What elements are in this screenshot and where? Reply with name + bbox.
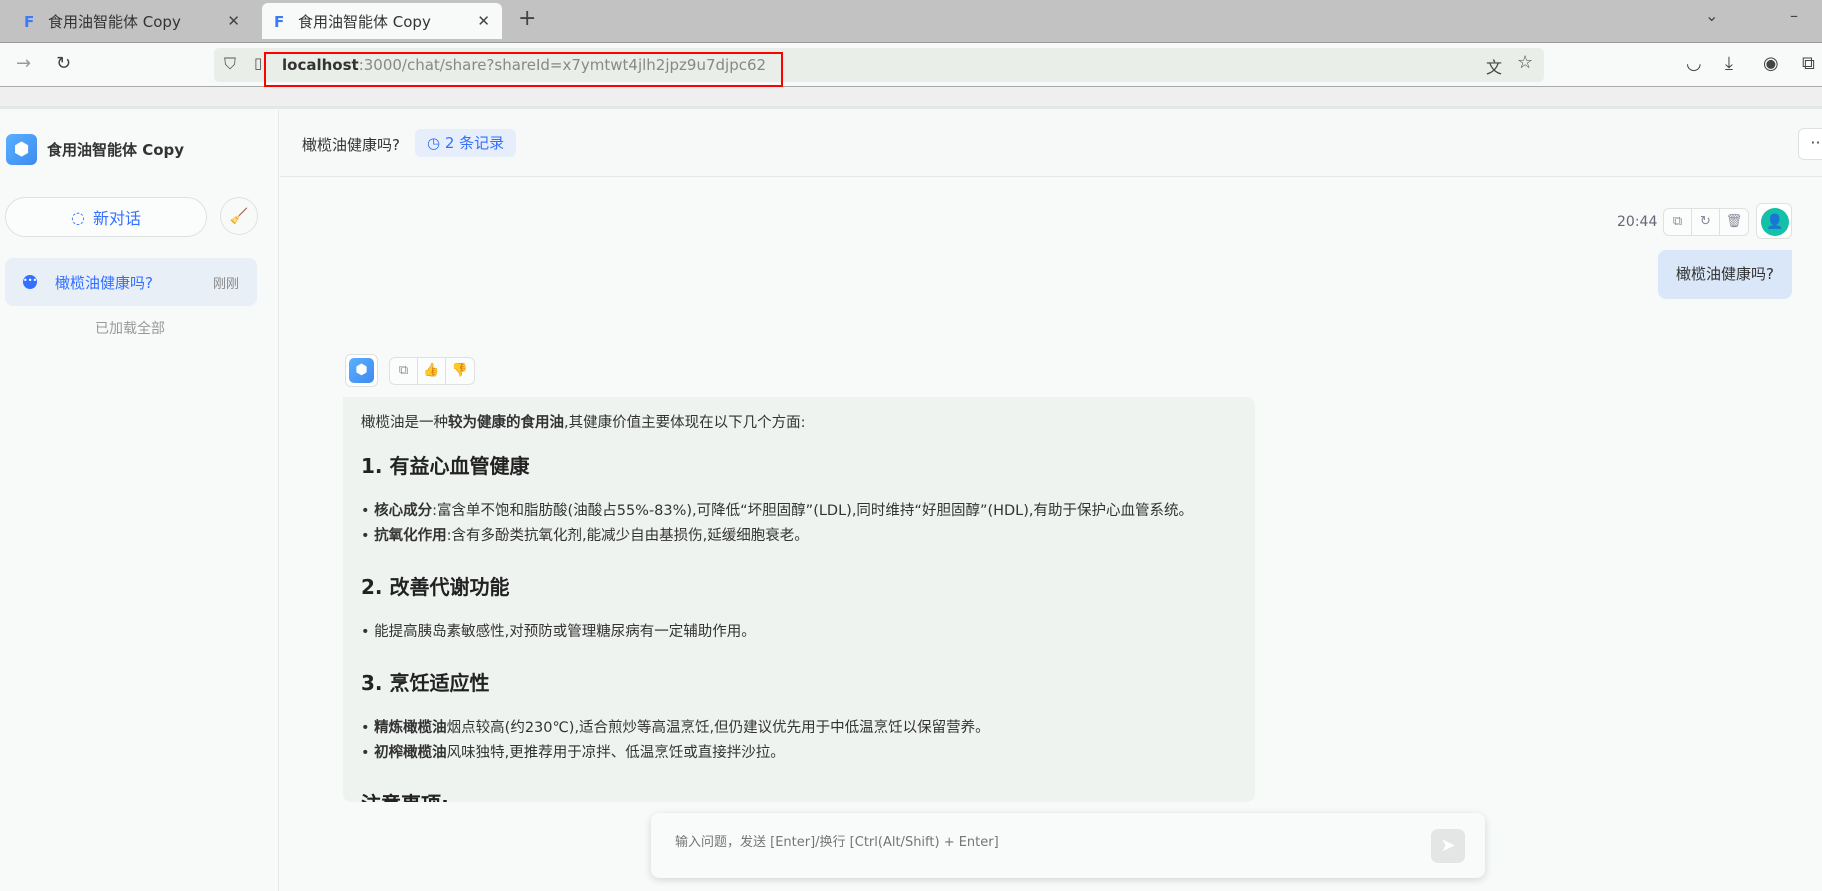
account-icon[interactable]: ◉	[1763, 53, 1779, 74]
more-options-button[interactable]: ···	[1798, 128, 1822, 160]
thumbs-down-icon[interactable]: 👎	[446, 358, 474, 384]
user-avatar: 👤	[1756, 203, 1792, 239]
minimize-icon[interactable]: –	[1790, 6, 1798, 25]
list-item: 能提高胰岛素敏感性,对预防或管理糖尿病有一定辅助作用。	[361, 620, 1237, 645]
message-time: 20:44	[1617, 214, 1658, 230]
list-item: 初榨橄榄油风味独特,更推荐用于凉拌、低温烹饪或直接拌沙拉。	[361, 741, 1237, 766]
list-item: 精炼橄榄油烟点较高(约230℃),适合煎炒等高温烹饪,但仍建议优先用于中低温烹饪…	[361, 716, 1237, 741]
thumbs-up-icon[interactable]: 👍	[418, 358, 446, 384]
section-heading: 2. 改善代谢功能	[361, 575, 510, 599]
pocket-icon[interactable]: ◡	[1686, 53, 1702, 74]
close-tab-icon[interactable]: ✕	[477, 12, 490, 30]
bot-cube-icon: ⬢	[349, 358, 374, 383]
send-button[interactable]: ➤	[1431, 829, 1465, 863]
extensions-icon[interactable]: ⧉	[1802, 53, 1815, 74]
tab-title: 食用油智能体 Copy	[298, 12, 431, 31]
app-logo-icon: ⬢	[6, 134, 37, 165]
clear-history-broom-icon[interactable]: 🧹	[220, 197, 258, 235]
section-heading: 注意事项:	[361, 788, 1237, 802]
history-time: 刚刚	[212, 276, 239, 292]
section-heading: 1. 有益心血管健康	[361, 454, 530, 478]
section-list: 核心成分:富含单不饱和脂肪酸(油酸占55%-83%),可降低“坏胆固醇”(LDL…	[361, 499, 1237, 549]
copy-icon[interactable]: ⧉	[1664, 209, 1692, 235]
records-label: 2 条记录	[444, 134, 505, 152]
chat-dot-icon: •••	[23, 275, 37, 289]
bot-avatar: ⬢	[345, 354, 378, 387]
translate-icon[interactable]: 文	[1486, 54, 1502, 78]
chat-header: 橄榄油健康吗? ◷ 2 条记录 ···	[280, 110, 1822, 177]
shield-icon[interactable]: ⛉	[224, 54, 236, 74]
user-icon: 👤	[1761, 208, 1789, 236]
reload-icon[interactable]: ↻	[56, 53, 71, 74]
history-title: 橄榄油健康吗?	[55, 273, 153, 292]
chat-title: 橄榄油健康吗?	[302, 136, 400, 154]
bot-message: 橄榄油是一种较为健康的食用油,其健康价值主要体现在以下几个方面: 1. 有益心血…	[343, 397, 1255, 802]
chat-bubble-icon: ◌	[71, 207, 85, 227]
download-icon[interactable]: ⤓	[1725, 53, 1733, 74]
list-item: 抗氧化作用:含有多酚类抗氧化剂,能减少自由基损伤,延缓细胞衰老。	[361, 524, 1237, 549]
new-chat-button[interactable]: ◌ 新对话	[5, 197, 207, 237]
clock-icon: ◷	[427, 134, 445, 152]
star-icon[interactable]: ☆	[1517, 52, 1533, 73]
section-list: 精炼橄榄油烟点较高(约230℃),适合煎炒等高温烹饪,但仍建议优先用于中低温烹饪…	[361, 716, 1237, 766]
loaded-all-text: 已加载全部	[95, 321, 165, 337]
records-badge[interactable]: ◷ 2 条记录	[415, 129, 517, 157]
tab-title: 食用油智能体 Copy	[48, 12, 181, 31]
browser-tab[interactable]: F 食用油智能体 Copy ✕	[12, 3, 252, 39]
intro-paragraph: 橄榄油是一种较为健康的食用油,其健康价值主要体现在以下几个方面:	[361, 415, 806, 431]
chat-input-box: ➤	[651, 813, 1485, 878]
favicon-icon: F	[24, 13, 35, 31]
sidebar: ⬢ 食用油智能体 Copy ◌ 新对话 🧹 ••• 橄榄油健康吗? 刚刚 已加载全部	[0, 110, 279, 891]
page-icon: ▯	[254, 54, 263, 72]
forward-icon[interactable]: →	[16, 53, 31, 74]
bot-message-controls: ⧉ 👍 👎	[389, 357, 475, 385]
delete-icon[interactable]: 🗑	[1720, 209, 1748, 235]
browser-tab-bar: F 食用油智能体 Copy ✕ F 食用油智能体 Copy ✕ + ⌄ –	[0, 0, 1822, 42]
retry-icon[interactable]: ↻	[1692, 209, 1720, 235]
new-tab-button[interactable]: +	[518, 6, 536, 31]
copy-icon[interactable]: ⧉	[390, 358, 418, 384]
history-item[interactable]: ••• 橄榄油健康吗? 刚刚	[5, 258, 257, 306]
app-name: 食用油智能体 Copy	[47, 141, 185, 159]
section-list: 能提高胰岛素敏感性,对预防或管理糖尿病有一定辅助作用。	[361, 620, 1237, 645]
bookmarks-strip	[0, 87, 1822, 109]
tab-list-chevron-icon[interactable]: ⌄	[1705, 6, 1718, 25]
favicon-icon: F	[274, 13, 285, 31]
send-icon: ➤	[1440, 835, 1456, 856]
list-item: 核心成分:富含单不饱和脂肪酸(油酸占55%-83%),可降低“坏胆固醇”(LDL…	[361, 499, 1237, 524]
chat-input[interactable]	[675, 835, 1375, 850]
browser-tab-active[interactable]: F 食用油智能体 Copy ✕	[262, 3, 502, 39]
section-heading: 3. 烹饪适应性	[361, 671, 490, 695]
close-tab-icon[interactable]: ✕	[227, 12, 240, 30]
new-chat-label: 新对话	[92, 209, 141, 228]
user-message: 橄榄油健康吗?	[1658, 250, 1792, 299]
highlight-box	[264, 52, 783, 87]
user-message-controls: ⧉ ↻ 🗑	[1663, 208, 1749, 236]
